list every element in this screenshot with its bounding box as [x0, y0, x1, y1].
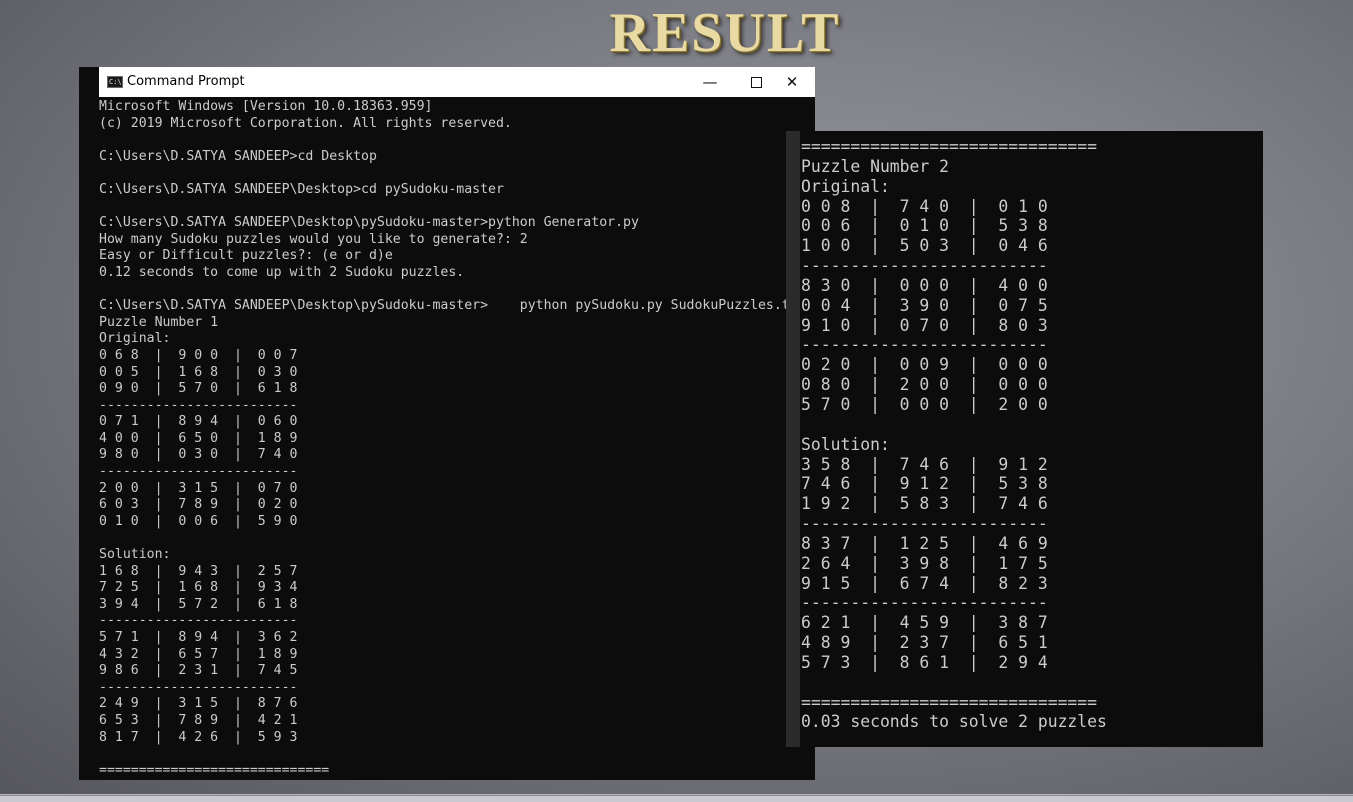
close-button[interactable]: ✕ — [769, 67, 815, 97]
scrollbar[interactable] — [786, 131, 800, 747]
minimize-button[interactable]: — — [687, 67, 733, 97]
slide-title: RESULT — [609, 2, 841, 64]
window-left-edge — [79, 67, 99, 780]
console-icon: C:\. — [107, 76, 126, 88]
console-output-continued[interactable]: ============================== Puzzle Nu… — [801, 137, 1261, 743]
console-output[interactable]: Microsoft Windows [Version 10.0.18363.95… — [99, 99, 809, 779]
second-console-output-panel: ============================== Puzzle Nu… — [786, 131, 1263, 747]
maximize-icon — [750, 77, 762, 88]
footer-bar — [0, 795, 1353, 802]
title-bar[interactable]: C:\. Command Prompt — ✕ — [99, 67, 815, 97]
command-prompt-window: C:\. Command Prompt — ✕ Microsoft Window… — [79, 67, 815, 780]
window-title: Command Prompt — [127, 74, 245, 89]
